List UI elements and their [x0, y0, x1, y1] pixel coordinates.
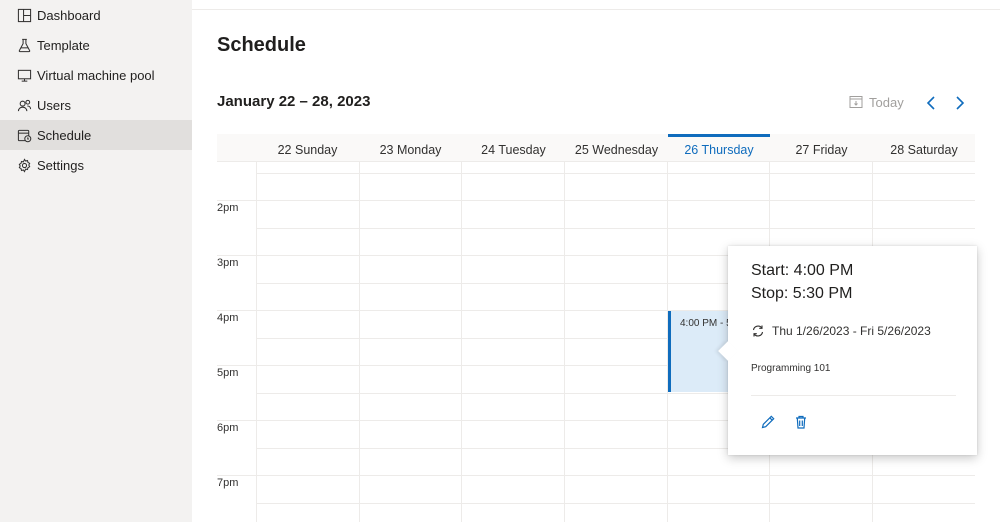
grid-row-line: [217, 475, 975, 476]
today-button[interactable]: Today: [849, 93, 904, 111]
grid-column-line: [359, 161, 360, 522]
previous-week-button[interactable]: [923, 94, 939, 112]
event-recurrence: Thu 1/26/2023 - Fri 5/26/2023: [751, 324, 931, 338]
time-label: 4pm: [217, 312, 239, 324]
users-icon: [16, 97, 32, 113]
time-label: 2pm: [217, 202, 239, 214]
today-label: Today: [869, 94, 904, 110]
pencil-icon: [761, 415, 775, 429]
event-subject: Programming 101: [751, 363, 831, 374]
sidebar-item-dashboard[interactable]: Dashboard: [0, 0, 192, 30]
sidebar-item-label: Schedule: [37, 127, 92, 143]
sidebar-item-users[interactable]: Users: [0, 90, 192, 120]
week-range: January 22 – 28, 2023: [217, 93, 371, 110]
dashboard-icon: [16, 7, 32, 23]
chevron-right-icon: [956, 96, 965, 110]
grid-row-line: [256, 228, 975, 229]
chevron-left-icon: [926, 96, 935, 110]
day-header-thursday[interactable]: 26 Thursday: [668, 134, 770, 161]
monitor-icon: [16, 67, 32, 83]
recurrence-range: Thu 1/26/2023 - Fri 5/26/2023: [772, 324, 931, 338]
popup-divider: [751, 395, 956, 396]
sidebar-item-template[interactable]: Template: [0, 30, 192, 60]
time-label: 3pm: [217, 257, 239, 269]
grid-column-line: [461, 161, 462, 522]
flask-icon: [16, 37, 32, 53]
event-stop-time: Stop: 5:30 PM: [751, 285, 853, 302]
time-label: 6pm: [217, 422, 239, 434]
day-header-monday[interactable]: 23 Monday: [359, 134, 462, 161]
calendar-clock-icon: [16, 127, 32, 143]
sidebar-item-virtual-machine-pool[interactable]: Virtual machine pool: [0, 60, 192, 90]
recurrence-icon: [752, 325, 764, 337]
delete-event-button[interactable]: [792, 413, 810, 431]
sidebar-item-label: Template: [37, 37, 90, 53]
sidebar-item-settings[interactable]: Settings: [0, 150, 192, 180]
top-divider: [192, 9, 1000, 10]
day-header-sunday[interactable]: 22 Sunday: [256, 134, 359, 161]
gear-icon: [16, 157, 32, 173]
trash-icon: [796, 415, 806, 429]
event-start-time: Start: 4:00 PM: [751, 262, 854, 279]
time-label: 5pm: [217, 367, 239, 379]
edit-event-button[interactable]: [759, 413, 777, 431]
grid-column-line: [256, 161, 257, 522]
sidebar-item-label: Dashboard: [37, 7, 101, 23]
grid-column-line: [564, 161, 565, 522]
grid-row-line: [256, 173, 975, 174]
day-header-tuesday[interactable]: 24 Tuesday: [462, 134, 565, 161]
sidebar-item-label: Settings: [37, 157, 84, 173]
calendar-today-icon: [849, 96, 863, 108]
grid-row-line: [256, 503, 975, 504]
sidebar-item-label: Users: [37, 97, 71, 113]
sidebar-item-schedule[interactable]: Schedule: [0, 120, 192, 150]
day-header-wednesday[interactable]: 25 Wednesday: [565, 134, 668, 161]
page-title: Schedule: [217, 34, 306, 56]
sidebar-item-label: Virtual machine pool: [37, 67, 155, 83]
day-header-friday[interactable]: 27 Friday: [770, 134, 873, 161]
grid-row-line: [217, 200, 975, 201]
event-time-label: 4:00 PM - 5: [680, 318, 728, 329]
next-week-button[interactable]: [952, 94, 968, 112]
sidebar: Dashboard Template Virtual machine pool …: [0, 0, 192, 522]
time-label: 7pm: [217, 477, 239, 489]
day-header-saturday[interactable]: 28 Saturday: [873, 134, 975, 161]
